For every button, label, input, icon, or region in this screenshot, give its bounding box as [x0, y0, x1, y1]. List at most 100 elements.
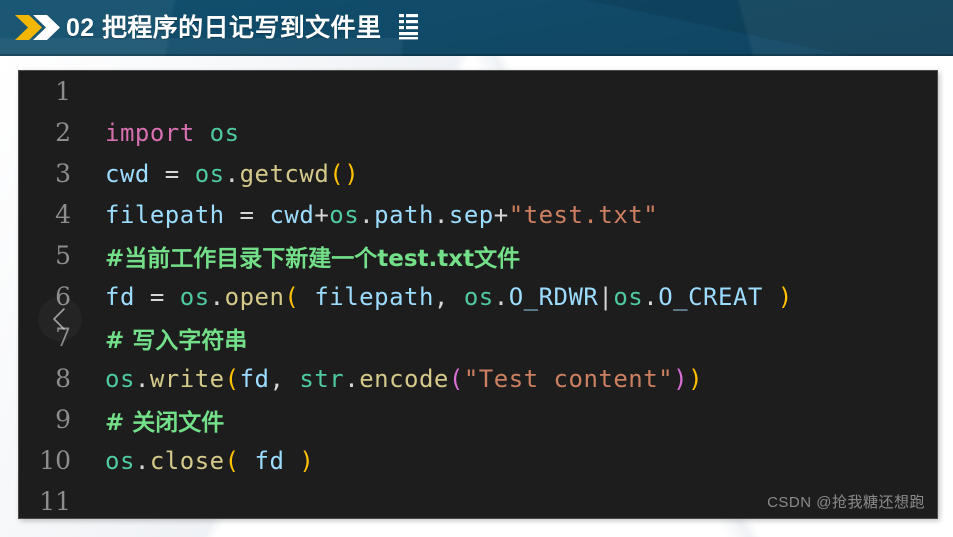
code-token: )	[777, 282, 793, 311]
watermark-label: CSDN @抢我糖还想跑	[767, 494, 925, 511]
double-chevron-right-icon	[14, 13, 62, 42]
code-token: O_CREAT	[658, 282, 763, 311]
code-token: (	[224, 446, 240, 475]
line-number: 1	[55, 77, 71, 106]
line-number: 5	[55, 241, 71, 270]
code-token: cwd	[269, 200, 315, 229]
chevron-left-icon	[50, 306, 70, 332]
code-token: os	[179, 282, 210, 311]
code-token: getcwd	[239, 159, 330, 188]
code-token: open	[224, 282, 285, 311]
code-token: os	[194, 159, 225, 188]
code-token: =	[224, 200, 270, 229]
code-token: =	[149, 159, 195, 188]
code-line: 4 filepath = cwd+os.path.sep+"test.txt"	[19, 194, 937, 235]
line-number: 10	[39, 446, 71, 475]
code-line: 6 fd = os.open( filepath, os.O_RDWR|os.O_…	[19, 276, 937, 317]
code-token: .	[433, 200, 449, 229]
code-token: .	[209, 282, 225, 311]
line-number: 3	[55, 159, 71, 188]
code-token: ,	[433, 282, 464, 311]
code-token: )	[673, 364, 689, 393]
code-line: 1	[19, 71, 937, 112]
code-lines-container: 1 2 import os 3 cwd = os.getcwd() 4 filepath =…	[19, 71, 937, 518]
code-token: )	[688, 364, 704, 393]
code-token: .	[224, 159, 240, 188]
code-token: sep	[448, 200, 494, 229]
slide-canvas: 02 把程序的日记写到文件里 1 2 import os 3 cwd = os.getc…	[0, 0, 953, 537]
code-token: (	[224, 364, 240, 393]
code-token: path	[374, 200, 434, 229]
code-line: 3 cwd = os.getcwd()	[19, 153, 937, 194]
code-line: 2 import os	[19, 112, 937, 153]
code-line-content: import os	[77, 119, 240, 147]
code-line-content: # 写入字符串	[77, 321, 247, 355]
code-token: os	[105, 364, 135, 393]
line-number: 8	[55, 364, 71, 393]
code-line-content: # 关闭文件	[77, 403, 224, 437]
code-token: cwd	[105, 159, 150, 188]
code-token: )	[299, 446, 315, 475]
code-token: os	[105, 446, 135, 475]
code-token: close	[149, 446, 225, 475]
code-token: fd	[239, 364, 270, 393]
code-token: +	[493, 200, 509, 229]
code-token: .	[134, 364, 150, 393]
code-token: filepath	[105, 200, 225, 229]
previous-slide-button[interactable]	[38, 297, 82, 341]
header-bottom-rule	[0, 54, 953, 56]
code-token: os	[463, 282, 494, 311]
code-token: ()	[329, 159, 360, 188]
code-line-content: fd = os.open( filepath, os.O_RDWR|os.O_C…	[77, 283, 793, 311]
code-line-content: #当前工作目录下新建一个test.txt文件	[77, 239, 520, 273]
code-snippet-block[interactable]: 1 2 import os 3 cwd = os.getcwd() 4 filepath =…	[18, 70, 938, 519]
code-token: #当前工作目录下新建一个test.txt文件	[105, 245, 521, 272]
line-number: 2	[55, 118, 71, 147]
code-token: # 写入字符串	[105, 327, 248, 354]
code-line: 9 # 关闭文件	[19, 399, 937, 440]
code-line-content: cwd = os.getcwd()	[77, 160, 359, 188]
code-token: .	[493, 282, 509, 311]
code-token: (	[448, 364, 464, 393]
code-token: import	[105, 118, 195, 147]
code-line-content: os.write(fd, str.encode("Test content"))	[77, 365, 703, 393]
code-token: os	[329, 200, 360, 229]
code-line-content: os.close( fd )	[77, 447, 314, 475]
code-token: =	[134, 282, 180, 311]
code-token: write	[149, 364, 225, 393]
code-token: encode	[359, 364, 449, 393]
line-number: 4	[55, 200, 71, 229]
code-token: .	[643, 282, 659, 311]
code-token: os	[613, 282, 644, 311]
code-token: str	[299, 364, 345, 393]
code-token: +	[314, 200, 330, 229]
code-token: .	[134, 446, 150, 475]
code-line-content: filepath = cwd+os.path.sep+"test.txt"	[77, 201, 658, 229]
page-title: 02 把程序的日记写到文件里	[66, 14, 382, 42]
code-token: fd	[105, 282, 135, 311]
slide-header-banner: 02 把程序的日记写到文件里	[0, 0, 953, 56]
code-token: "Test content"	[463, 364, 674, 393]
code-token: # 关闭文件	[105, 409, 225, 436]
code-token: filepath	[314, 282, 434, 311]
code-token: (	[284, 282, 300, 311]
code-line: 5 #当前工作目录下新建一个test.txt文件	[19, 235, 937, 276]
code-token: .	[344, 364, 360, 393]
code-token: .	[359, 200, 375, 229]
code-token: "test.txt"	[508, 200, 659, 229]
code-line: 10 os.close( fd )	[19, 440, 937, 481]
code-token: O_RDWR	[508, 282, 599, 311]
code-line: 7 # 写入字符串	[19, 317, 937, 358]
code-token: ,	[269, 364, 300, 393]
list-lines-icon	[399, 13, 418, 41]
line-number: 9	[55, 405, 71, 434]
code-token: fd	[254, 446, 285, 475]
code-token: os	[209, 118, 240, 147]
code-token: |	[598, 282, 614, 311]
code-line: 8 os.write(fd, str.encode("Test content")…	[19, 358, 937, 399]
